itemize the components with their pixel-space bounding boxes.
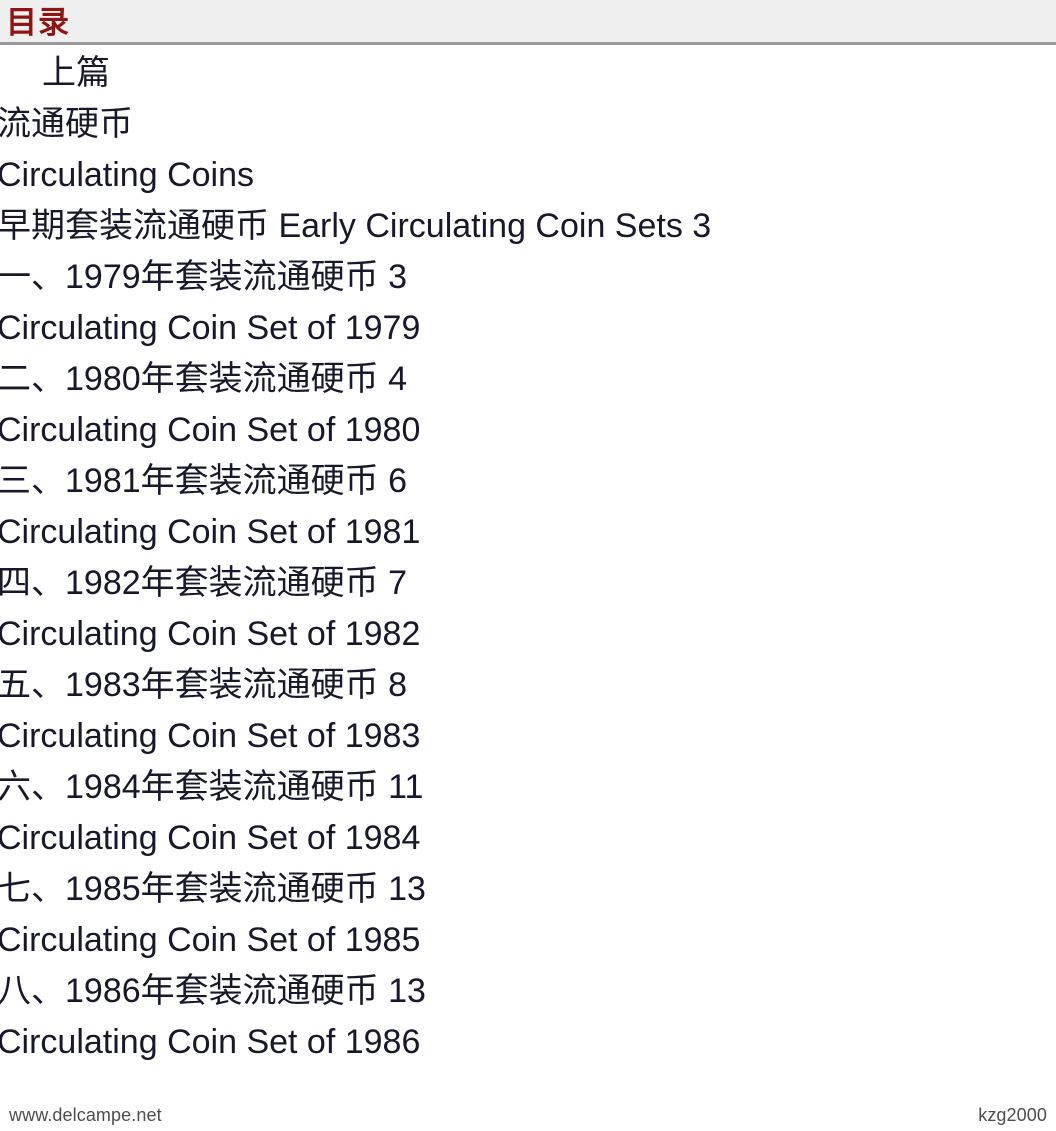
toc-line: Circulating Coin Set of 1986 — [0, 1023, 421, 1061]
toc-line: Circulating Coin Set of 1984 — [0, 819, 421, 857]
toc-line: Circulating Coin Set of 1985 — [0, 921, 421, 959]
toc-line: Circulating Coin Set of 1981 — [0, 513, 421, 551]
toc-line: 七、1985年套装流通硬币 13 — [0, 870, 426, 908]
toc-line: 八、1986年套装流通硬币 13 — [0, 972, 426, 1010]
watermark-user: kzg2000 — [978, 1105, 1047, 1125]
toc-line: Circulating Coins — [0, 156, 254, 194]
watermark-delcampe: www.delcampe.net — [9, 1105, 162, 1125]
toc-line: 流通硬币 — [0, 105, 133, 143]
toc-line: 一、1979年套装流通硬币 3 — [0, 258, 407, 296]
page-title: 目录 — [6, 5, 70, 40]
toc-line: 二、1980年套装流通硬币 4 — [0, 360, 407, 398]
toc-line: 上篇 — [42, 54, 110, 92]
toc-line: 四、1982年套装流通硬币 7 — [0, 564, 407, 602]
toc-line: 三、1981年套装流通硬币 6 — [0, 462, 407, 500]
toc-line: Circulating Coin Set of 1982 — [0, 615, 421, 653]
toc-line: Circulating Coin Set of 1983 — [0, 717, 421, 755]
header-bar: 目录 — [0, 0, 1056, 45]
toc-line: Circulating Coin Set of 1979 — [0, 309, 421, 347]
toc-line: 六、1984年套装流通硬币 11 — [0, 768, 424, 806]
toc-line: Circulating Coin Set of 1980 — [0, 411, 421, 449]
table-of-contents: 上篇流通硬币 Circulating Coins 早期套装流通硬币 Early Ci… — [0, 48, 1056, 1068]
toc-line: 五、1983年套装流通硬币 8 — [0, 666, 407, 704]
toc-line: 早期套装流通硬币 Early Circulating Coin Sets 3 — [0, 207, 712, 245]
